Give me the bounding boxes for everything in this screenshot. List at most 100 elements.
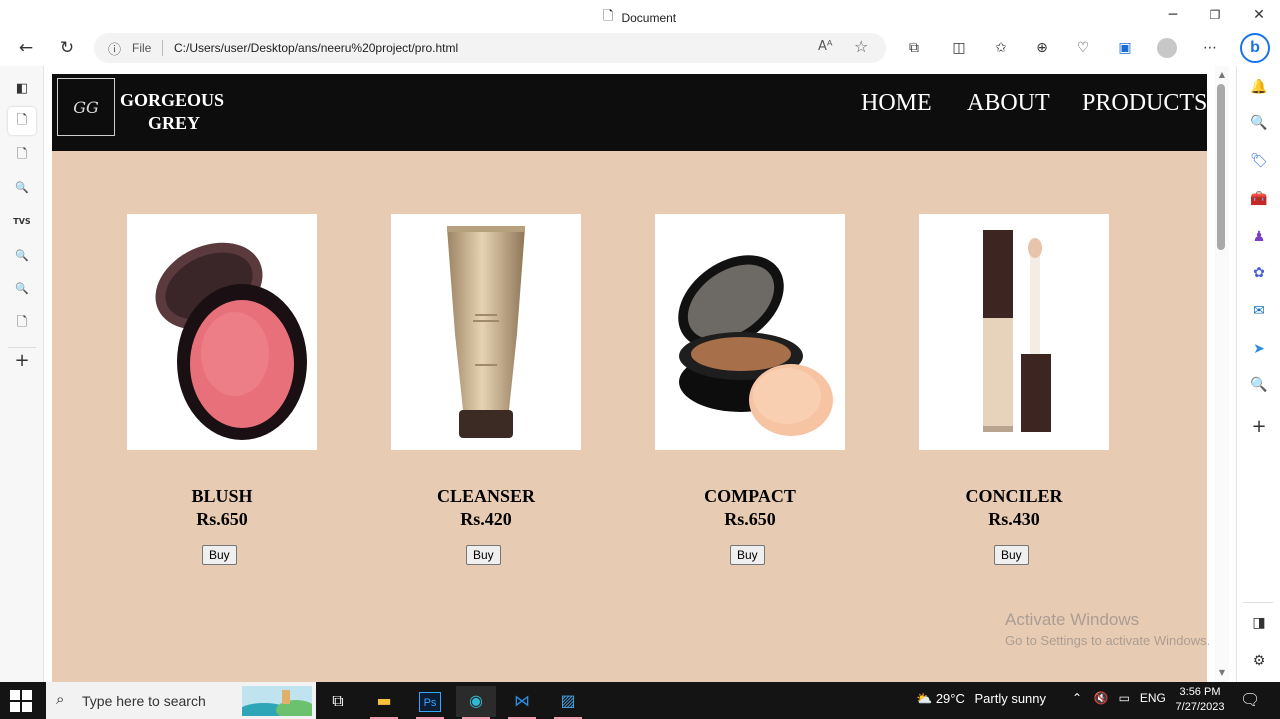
refresh-button[interactable]: ↻ xyxy=(54,36,80,60)
product-price: Rs.420 xyxy=(460,509,512,529)
activate-windows-subtitle: Go to Settings to activate Windows. xyxy=(1005,633,1211,648)
logo[interactable]: GG xyxy=(57,78,115,136)
games-icon[interactable]: ♟ xyxy=(1245,224,1273,250)
search-highlight-art xyxy=(242,686,312,716)
toolbox-icon[interactable]: 🧰 xyxy=(1245,186,1273,212)
search-placeholder: Type here to search xyxy=(82,693,206,709)
product-name: CONCILER xyxy=(965,486,1063,506)
sidebar-toggle-icon[interactable]: ◨ xyxy=(1245,610,1273,636)
product-name: CLEANSER xyxy=(436,486,536,506)
profile-avatar[interactable] xyxy=(1156,38,1178,58)
vscode-icon[interactable]: ⋈ xyxy=(502,686,542,719)
address-separator xyxy=(162,40,163,56)
site-body: GG GORGEOUS GREY HOME ABOUT PRODUCTS BLU… xyxy=(52,74,1207,682)
scroll-thumb[interactable] xyxy=(1217,84,1225,250)
photos-icon[interactable]: ▨ xyxy=(548,686,588,719)
blush-image[interactable] xyxy=(127,214,317,450)
search-icon: ⌕ xyxy=(56,690,65,708)
scheme-label: File xyxy=(132,41,152,55)
favorites-icon[interactable]: ✩ xyxy=(990,38,1012,58)
weather-desc: Partly sunny xyxy=(974,691,1047,706)
back-button[interactable]: ← xyxy=(13,36,39,60)
tab-tvs[interactable]: TVS xyxy=(8,208,36,236)
buy-button-compact[interactable]: Buy xyxy=(730,545,765,565)
window-title: 🗋 Document xyxy=(603,7,676,29)
windows-start-icon[interactable] xyxy=(10,690,32,712)
clock[interactable]: 3:56 PM 7/27/2023 xyxy=(1170,685,1230,715)
battery-icon[interactable]: ▭ xyxy=(1119,691,1130,705)
close-button[interactable]: ✕ xyxy=(1244,5,1274,25)
tab-search[interactable]: 🔍 xyxy=(8,174,36,202)
info-icon[interactable]: ⓘ xyxy=(108,39,121,58)
favorite-star-icon[interactable]: ☆ xyxy=(854,37,868,56)
product-name: BLUSH xyxy=(191,486,253,506)
nav-home[interactable]: HOME xyxy=(861,90,932,117)
language-indicator[interactable]: ENG xyxy=(1140,691,1166,705)
document-icon: 🗋 xyxy=(603,9,614,24)
read-aloud-icon[interactable]: Aᴬ xyxy=(818,39,833,54)
vertical-tabs: ◧ 🗋 🗋 🔍 TVS 🔍 🔍 🗋 + xyxy=(0,66,44,682)
notification-icon[interactable]: 🗨 xyxy=(1240,690,1260,709)
clock-date: 7/27/2023 xyxy=(1175,701,1225,713)
edge-browser-icon[interactable]: ◉ xyxy=(456,686,496,719)
product-price: Rs.650 xyxy=(724,509,776,529)
volume-mute-icon[interactable]: 🔇 xyxy=(1094,691,1109,705)
nav-about[interactable]: ABOUT xyxy=(967,90,1050,117)
bell-icon[interactable]: 🔔 xyxy=(1245,74,1273,100)
browser-toolbar: ← ↻ ⓘ File C:/Users/user/Desktop/ans/nee… xyxy=(0,30,1280,66)
cleanser-image[interactable] xyxy=(391,214,581,450)
tab-document[interactable]: 🗋 xyxy=(8,141,36,169)
tab-actions-icon[interactable]: ◧ xyxy=(8,75,36,103)
browser-essentials-icon[interactable]: ▣ xyxy=(1114,38,1136,58)
shopping-tag-icon[interactable]: 🏷 xyxy=(1245,148,1273,174)
file-explorer-icon[interactable]: ▬ xyxy=(364,686,404,719)
scroll-down-arrow[interactable]: ▼ xyxy=(1216,668,1228,678)
taskbar: ⌕ Type here to search ⧉ ▬ Ps ◉ ⋈ ▨ ⛅ 29°… xyxy=(0,682,1280,719)
address-bar[interactable]: ⓘ File C:/Users/user/Desktop/ans/neeru%2… xyxy=(94,33,886,63)
tab-document-2[interactable]: 🗋 xyxy=(8,309,36,337)
photoshop-icon[interactable]: Ps xyxy=(410,686,450,719)
restore-button[interactable]: ❐ xyxy=(1200,5,1230,25)
performance-icon[interactable]: ♡ xyxy=(1072,38,1094,58)
clock-time: 3:56 PM xyxy=(1179,686,1221,698)
search-icon[interactable]: 🔍 xyxy=(1245,110,1273,136)
weather-temp: 29°C xyxy=(935,691,965,706)
buy-button-blush[interactable]: Buy xyxy=(202,545,237,565)
send-icon[interactable]: ➤ xyxy=(1245,336,1273,362)
settings-gear-icon[interactable]: ⚙ xyxy=(1245,648,1273,674)
product-card-blush: BLUSH Rs.650 Buy xyxy=(127,214,317,565)
nav-products[interactable]: PRODUCTS xyxy=(1082,90,1207,117)
tab-search-2[interactable]: 🔍 xyxy=(8,242,36,270)
taskbar-search[interactable]: ⌕ Type here to search xyxy=(46,682,316,719)
bing-copilot-icon[interactable]: b xyxy=(1240,33,1270,63)
activate-windows-title: Activate Windows xyxy=(1005,610,1140,629)
outlook-icon[interactable]: ✉ xyxy=(1245,298,1273,324)
conciler-image[interactable] xyxy=(919,214,1109,450)
product-price: Rs.650 xyxy=(196,509,248,529)
url-text[interactable]: C:/Users/user/Desktop/ans/neeru%20projec… xyxy=(174,41,458,55)
collections-icon[interactable]: ⊕ xyxy=(1031,38,1053,58)
title-bar: 🗋 Document ─ ❐ ✕ xyxy=(0,0,1280,30)
product-card-compact: COMPACT Rs.650 Buy xyxy=(655,214,845,565)
edge-sidebar: 🔔 🔍 🏷 🧰 ♟ ✿ ✉ ➤ 🔍 + ◨ ⚙ xyxy=(1236,66,1280,682)
compact-image[interactable] xyxy=(655,214,845,450)
add-icon[interactable]: + xyxy=(1245,414,1273,440)
task-view-icon[interactable]: ⧉ xyxy=(318,686,358,717)
split-screen-icon[interactable]: ◫ xyxy=(948,38,970,58)
scroll-up-arrow[interactable]: ▲ xyxy=(1216,70,1228,80)
minimize-button[interactable]: ─ xyxy=(1158,5,1188,25)
chevron-up-icon[interactable]: ⌃ xyxy=(1072,691,1082,705)
tab-search-3[interactable]: 🔍 xyxy=(8,275,36,303)
more-menu-icon[interactable]: ⋯ xyxy=(1199,38,1221,58)
product-name: COMPACT xyxy=(704,486,796,506)
tab-document-active[interactable]: 🗋 xyxy=(8,107,36,135)
buy-button-cleanser[interactable]: Buy xyxy=(466,545,501,565)
search-icon-2[interactable]: 🔍 xyxy=(1245,372,1273,398)
new-tab-icon[interactable]: + xyxy=(8,347,36,375)
extensions-icon[interactable]: ⧉ xyxy=(903,38,925,58)
partly-sunny-icon: ⛅ xyxy=(916,691,933,706)
microsoft-365-icon[interactable]: ✿ xyxy=(1245,260,1273,286)
buy-button-conciler[interactable]: Buy xyxy=(994,545,1029,565)
weather-widget[interactable]: ⛅ 29°C Partly sunny xyxy=(916,691,1046,707)
window-title-text: Document xyxy=(621,11,677,25)
